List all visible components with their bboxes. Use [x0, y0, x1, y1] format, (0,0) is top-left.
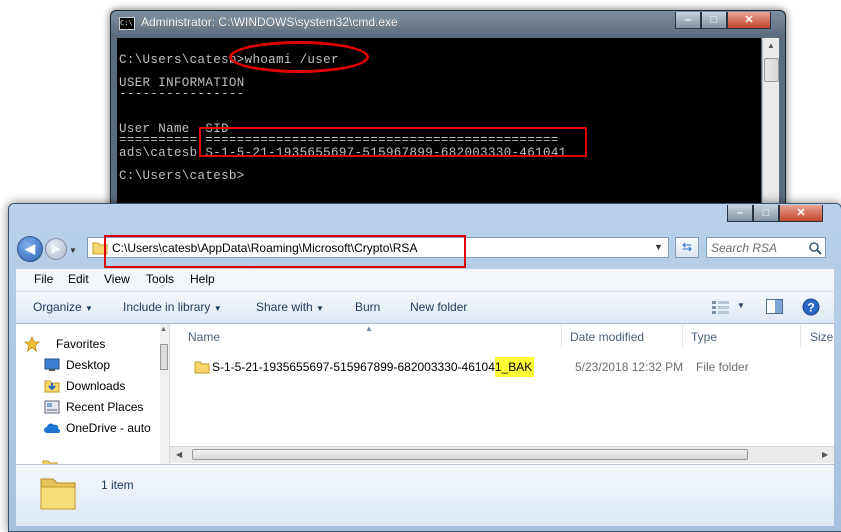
file-name: S-1-5-21-1935655697-515967899-682003330-… — [212, 357, 535, 377]
table-row[interactable]: S-1-5-21-1935655697-515967899-682003330-… — [184, 357, 824, 377]
cmd-app-icon: C:\ — [119, 17, 135, 30]
menu-tools[interactable]: Tools — [146, 272, 174, 286]
file-date: 5/23/2018 12:32 PM — [575, 360, 684, 374]
organize-label: Organize — [33, 300, 82, 314]
search-placeholder: Search RSA — [711, 241, 778, 255]
large-folder-icon — [40, 478, 76, 510]
recent-pages-dropdown-icon[interactable]: ▼ — [69, 246, 77, 255]
recent-places-icon — [44, 400, 60, 414]
back-button[interactable]: ◀ — [17, 236, 43, 262]
address-dropdown-icon[interactable]: ▼ — [654, 242, 663, 252]
column-type[interactable]: Type — [691, 330, 717, 344]
cmd-maximize-button[interactable]: □ — [701, 12, 727, 29]
folder-icon — [194, 361, 210, 374]
sort-arrow-icon: ▲ — [365, 324, 373, 333]
organize-button[interactable]: Organize ▼ — [33, 300, 93, 314]
nav-recent-places[interactable]: Recent Places — [16, 397, 156, 417]
refresh-icon: ⇆ — [681, 240, 693, 254]
nav-downloads[interactable]: Downloads — [16, 376, 156, 396]
include-in-library-button[interactable]: Include in library ▼ — [123, 300, 222, 314]
cmd-vertical-scrollbar[interactable]: ▲ — [762, 38, 779, 214]
cmd-title-bar[interactable]: C:\ Administrator: C:\WINDOWS\system32\c… — [111, 11, 785, 34]
red-box-annotation — [104, 235, 466, 268]
chevron-down-icon: ▼ — [85, 304, 93, 313]
search-icon[interactable] — [808, 241, 822, 255]
column-header-row: ▲ Name Date modified Type Size — [170, 324, 834, 350]
column-separator — [682, 324, 683, 348]
burn-button[interactable]: Burn — [355, 300, 380, 314]
item-count: 1 item — [101, 478, 134, 492]
red-box-annotation — [199, 127, 587, 157]
onedrive-cloud-icon — [44, 423, 60, 433]
explorer-close-button[interactable]: ✕ — [779, 205, 823, 222]
cmd-console[interactable]: C:\Users\catesb>whoami /user USER INFORM… — [117, 38, 761, 214]
scroll-up-arrow-icon[interactable]: ▲ — [763, 38, 779, 54]
nav-desktop[interactable]: Desktop — [16, 355, 156, 375]
cmd-window-title: Administrator: C:\WINDOWS\system32\cmd.e… — [141, 15, 398, 29]
forward-button[interactable]: ▶ — [45, 238, 67, 260]
scroll-right-arrow-icon[interactable]: ▶ — [822, 450, 828, 459]
share-with-button[interactable]: Share with ▼ — [256, 300, 324, 314]
nav-onedrive[interactable]: OneDrive - auto — [16, 418, 156, 438]
new-folder-button[interactable]: New folder — [410, 300, 467, 314]
scroll-up-arrow-icon[interactable]: ▲ — [160, 326, 167, 333]
search-input[interactable]: Search RSA — [706, 237, 826, 258]
nav-onedrive-label: OneDrive - auto — [66, 421, 151, 435]
column-name[interactable]: Name — [188, 330, 220, 344]
command-bar: Organize ▼ Include in library ▼ Share wi… — [16, 292, 834, 324]
downloads-folder-icon — [44, 380, 60, 393]
menu-view[interactable]: View — [104, 272, 130, 286]
navigation-bar: ◀ ▶ ▼ C:\Users\catesb\AppData\Roaming\Mi… — [9, 226, 841, 268]
nav-recent-places-label: Recent Places — [66, 400, 144, 414]
column-separator — [561, 324, 562, 348]
navigation-pane: Favorites Desktop Downloads Recent Place… — [16, 324, 170, 464]
back-arrow-icon: ◀ — [25, 241, 35, 256]
forward-arrow-icon: ▶ — [51, 243, 61, 255]
console-line: ---------------- — [119, 87, 245, 101]
scroll-left-arrow-icon[interactable]: ◀ — [176, 450, 182, 459]
file-name-highlight: 1_BAK — [494, 357, 535, 377]
menu-edit[interactable]: Edit — [68, 272, 89, 286]
nav-downloads-label: Downloads — [66, 379, 126, 393]
star-icon — [24, 336, 40, 352]
explorer-maximize-button[interactable]: □ — [753, 205, 779, 222]
scroll-thumb[interactable] — [764, 58, 779, 82]
explorer-window: – □ ✕ ◀ ▶ ▼ C:\Users\catesb\AppData\Roam… — [8, 203, 841, 532]
menu-bar: File Edit View Tools Help — [16, 269, 834, 292]
explorer-title-bar[interactable]: – □ ✕ — [9, 204, 841, 226]
view-dropdown-icon[interactable]: ▼ — [737, 301, 745, 310]
menu-file[interactable]: File — [34, 272, 53, 286]
cmd-minimize-button[interactable]: – — [675, 12, 701, 29]
column-size[interactable]: Size — [810, 330, 833, 344]
file-list-pane: ▲ Name Date modified Type Size S-1-5-21-… — [170, 324, 834, 464]
help-icon[interactable]: ? — [802, 298, 820, 316]
view-options-icon[interactable] — [712, 300, 730, 314]
scroll-thumb[interactable] — [160, 344, 168, 370]
include-label: Include in library — [123, 300, 211, 314]
red-circle-annotation — [229, 41, 369, 73]
file-name-main: S-1-5-21-1935655697-515967899-682003330-… — [212, 360, 495, 374]
nav-pane-scrollbar[interactable]: ▲ — [160, 324, 169, 464]
preview-pane-icon[interactable] — [766, 299, 784, 315]
nav-favorites[interactable]: Favorites — [16, 334, 156, 354]
scroll-thumb[interactable] — [192, 449, 748, 460]
chevron-down-icon: ▼ — [316, 304, 324, 313]
nav-favorites-label: Favorites — [56, 337, 106, 351]
chevron-down-icon: ▼ — [213, 304, 222, 313]
refresh-button[interactable]: ⇆ — [675, 237, 699, 258]
console-line: C:\Users\catesb> — [119, 169, 245, 183]
share-label: Share with — [256, 300, 313, 314]
svg-text:?: ? — [807, 301, 814, 315]
cmd-window: C:\ Administrator: C:\WINDOWS\system32\c… — [110, 10, 786, 217]
explorer-minimize-button[interactable]: – — [727, 205, 753, 222]
file-type: File folder — [696, 360, 749, 374]
column-separator — [800, 324, 801, 348]
nav-desktop-label: Desktop — [66, 358, 111, 372]
menu-help[interactable]: Help — [190, 272, 215, 286]
file-list-horizontal-scrollbar[interactable]: ◀ ▶ — [170, 446, 834, 463]
details-pane: 1 item — [16, 464, 834, 526]
desktop-icon — [44, 358, 60, 371]
column-date-modified[interactable]: Date modified — [570, 330, 644, 344]
cmd-close-button[interactable]: ✕ — [727, 12, 771, 29]
